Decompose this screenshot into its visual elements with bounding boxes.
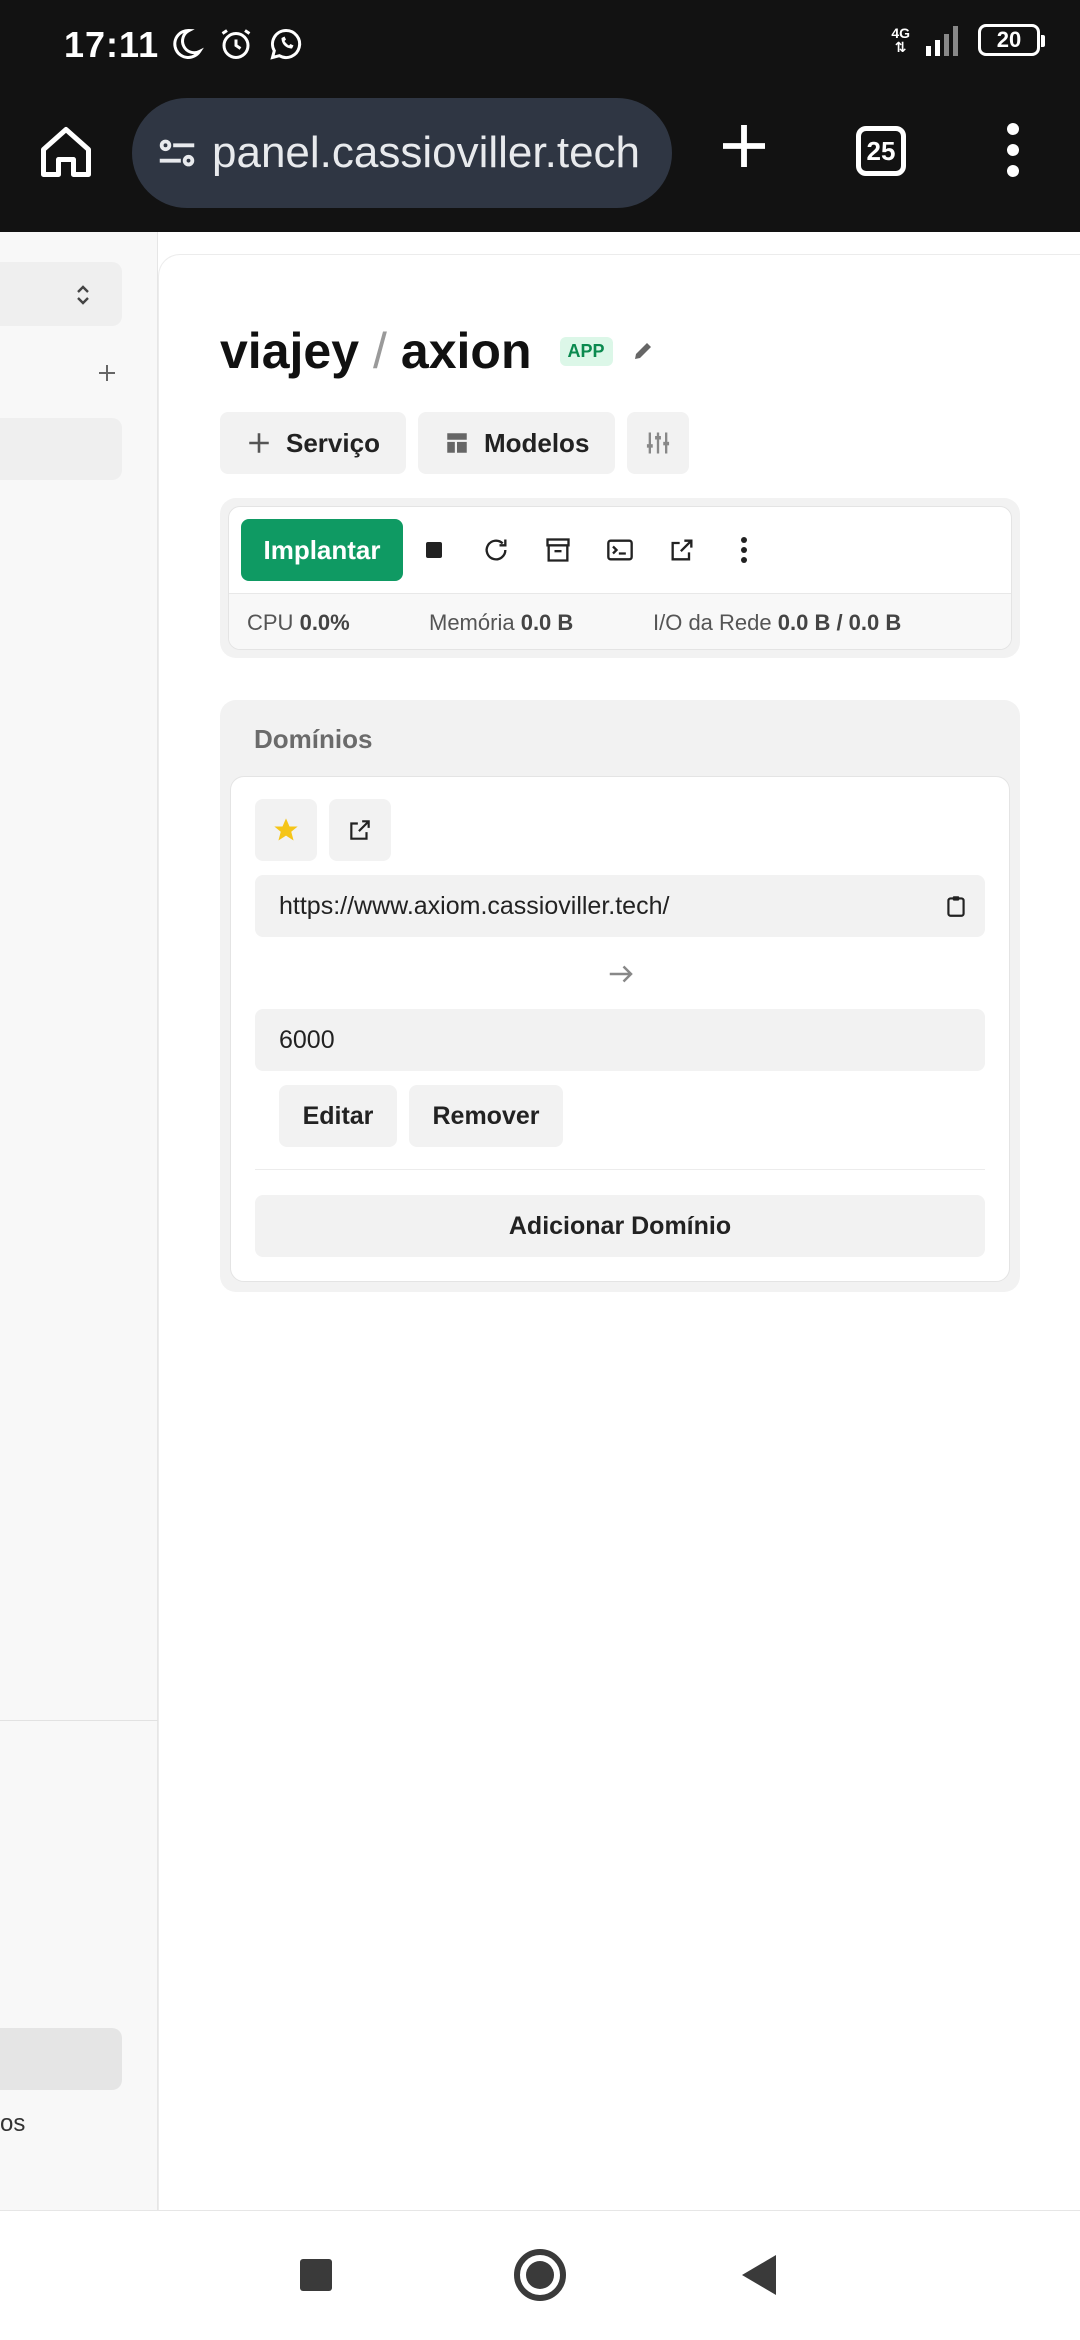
memory-stat: Memória 0.0 B	[429, 610, 573, 636]
home-icon[interactable]	[36, 122, 96, 182]
domains-title: Domínios	[254, 724, 373, 754]
deploy-card: Implantar CPU 0.0% Memória 0.0 B I/O da …	[220, 498, 1020, 658]
sidebar-bottom-label[interactable]: os	[0, 2110, 25, 2138]
add-service-button[interactable]: Serviço	[220, 412, 406, 474]
more-vert-icon	[741, 537, 747, 563]
sidebar-project-select[interactable]	[0, 262, 122, 326]
external-link-icon	[671, 539, 693, 561]
restart-button[interactable]	[465, 519, 527, 581]
breadcrumb-separator: /	[373, 323, 387, 379]
terminal-icon	[607, 539, 633, 561]
sidebar-divider	[0, 1720, 158, 1721]
more-actions-button[interactable]	[713, 519, 775, 581]
add-domain-button[interactable]: Adicionar Domínio	[255, 1195, 985, 1257]
stop-icon	[426, 542, 442, 558]
divider	[255, 1169, 985, 1170]
more-vert-icon[interactable]	[998, 120, 1028, 180]
status-icons-right: 4G ⇅ 20	[891, 24, 1045, 56]
tab-switcher-icon[interactable]: 25	[856, 126, 906, 176]
sidebar: os	[0, 232, 158, 2210]
deploy-actions: Implantar	[241, 519, 775, 581]
app-type-badge: APP	[559, 336, 613, 366]
refresh-icon	[485, 539, 507, 561]
sidebar-item-active[interactable]	[0, 418, 122, 480]
add-icon[interactable]	[96, 362, 118, 384]
open-external-button[interactable]	[651, 519, 713, 581]
recents-button[interactable]	[300, 2259, 332, 2291]
deploy-card-inner: Implantar CPU 0.0% Memória 0.0 B I/O da …	[228, 506, 1012, 650]
status-bar: 17:11 4G ⇅ 20	[0, 0, 1080, 96]
system-nav-bar	[0, 2210, 1080, 2340]
cpu-value: 0.0%	[299, 610, 350, 635]
archive-icon	[546, 538, 570, 562]
memory-label: Memória	[429, 610, 515, 635]
sliders-icon	[647, 432, 670, 454]
star-icon	[274, 818, 298, 841]
page-title: viajey / axion APP	[220, 322, 655, 380]
cpu-stat: CPU 0.0%	[247, 610, 350, 636]
settings-sliders-button[interactable]	[627, 412, 690, 474]
browser-toolbar: panel.cassioviller.tech 25	[0, 96, 1080, 232]
url-bar[interactable]: panel.cassioviller.tech	[132, 98, 672, 208]
open-domain-button[interactable]	[329, 799, 391, 861]
app-name: axion	[400, 323, 532, 379]
stop-button[interactable]	[403, 519, 465, 581]
tab-count: 25	[866, 135, 896, 166]
clipboard-icon[interactable]	[943, 893, 969, 919]
url-text[interactable]: panel.cassioviller.tech	[212, 128, 640, 178]
network-label: 4G	[891, 25, 910, 41]
templates-label: Modelos	[483, 427, 590, 458]
site-settings-icon[interactable]	[154, 130, 200, 176]
cpu-label: CPU	[247, 610, 294, 635]
archive-button[interactable]	[527, 519, 589, 581]
domains-card: Domínios https://www.axiom.cassioviller.…	[220, 700, 1020, 1292]
whatsapp-icon	[270, 28, 302, 60]
domain-url-field[interactable]: https://www.axiom.cassioviller.tech/	[255, 875, 985, 937]
network-io-value: 0.0 B / 0.0 B	[777, 610, 902, 635]
templates-button[interactable]: Modelos	[417, 412, 616, 474]
app-toolbar: Serviço Modelos	[220, 412, 690, 474]
remove-domain-button[interactable]: Remover	[409, 1085, 563, 1147]
network-io-label: I/O da Rede	[653, 610, 772, 635]
signal-icon	[926, 26, 958, 56]
network-stat: I/O da Rede 0.0 B / 0.0 B	[653, 610, 901, 636]
template-icon	[447, 433, 467, 453]
terminal-button[interactable]	[589, 519, 651, 581]
sidebar-item-bottom[interactable]	[0, 2028, 122, 2090]
alarm-icon	[221, 29, 251, 59]
domain-url: https://www.axiom.cassioviller.tech/	[279, 891, 670, 920]
deploy-button[interactable]: Implantar	[241, 519, 403, 581]
pencil-icon[interactable]	[631, 339, 655, 363]
battery-icon: 20	[978, 24, 1045, 56]
moon-icon	[173, 28, 204, 59]
status-icons-left	[168, 26, 304, 62]
chevron-up-down-icon[interactable]	[74, 282, 92, 308]
project-name[interactable]: viajey	[220, 322, 359, 380]
network-type: 4G ⇅	[891, 26, 910, 54]
resource-stats: CPU 0.0% Memória 0.0 B I/O da Rede 0.0 B…	[229, 593, 1011, 649]
back-button[interactable]	[742, 2255, 776, 2295]
arrow-right-icon	[609, 965, 633, 983]
status-time: 17:11	[64, 24, 160, 65]
home-button[interactable]	[514, 2249, 566, 2301]
domain-port: 6000	[279, 1025, 335, 1054]
add-service-label: Serviço	[286, 427, 380, 458]
domain-port-field[interactable]: 6000	[255, 1009, 985, 1071]
external-link-icon	[350, 820, 370, 840]
edit-domain-button[interactable]: Editar	[279, 1085, 397, 1147]
memory-value: 0.0 B	[520, 610, 574, 635]
plus-icon	[249, 433, 269, 453]
favorite-domain-button[interactable]	[255, 799, 317, 861]
data-arrows-icon: ⇅	[894, 39, 907, 55]
new-tab-icon[interactable]	[716, 118, 772, 174]
battery-level: 20	[996, 27, 1022, 52]
domain-entry: https://www.axiom.cassioviller.tech/ 600…	[230, 776, 1010, 1282]
